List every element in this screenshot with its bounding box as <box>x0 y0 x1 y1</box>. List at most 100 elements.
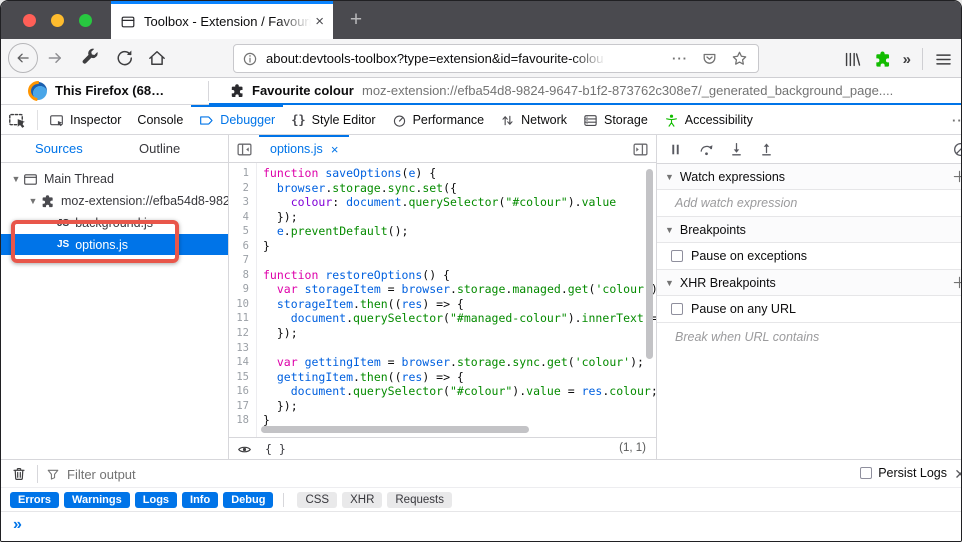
line-number[interactable]: 2 <box>229 181 256 196</box>
source-tree-item-options-js[interactable]: JS options.js <box>1 234 228 255</box>
code-line[interactable]: document.querySelector("#managed-colour"… <box>263 311 656 326</box>
source-tree-item-background-js[interactable]: JS background.js <box>1 212 228 234</box>
line-number[interactable]: 6 <box>229 239 256 254</box>
devtools-tab-performance[interactable]: Performance <box>384 105 493 135</box>
filter-badge-css[interactable]: CSS <box>297 491 338 508</box>
step-over-icon[interactable] <box>698 141 715 158</box>
code-line[interactable]: function saveOptions(e) { <box>263 166 656 181</box>
line-number[interactable]: 3 <box>229 195 256 210</box>
code-line[interactable]: function restoreOptions() { <box>263 268 656 283</box>
code-line[interactable]: e.preventDefault(); <box>263 224 656 239</box>
devtools-overflow-icon[interactable]: ··· <box>952 113 961 128</box>
pause-icon[interactable] <box>667 141 684 158</box>
line-number[interactable]: 14 <box>229 355 256 370</box>
devtools-tab-styleeditor[interactable]: {} Style Editor <box>283 105 383 135</box>
filter-badge-info[interactable]: Info <box>182 491 219 508</box>
traffic-maximize-button[interactable] <box>79 13 92 27</box>
clear-console-trash-icon[interactable] <box>11 466 27 482</box>
back-button[interactable] <box>8 43 38 73</box>
source-tree-item-main-thread[interactable]: ▼ Main Thread <box>1 168 228 190</box>
watch-expressions-header[interactable]: ▼ Watch expressions <box>657 164 961 190</box>
filter-badge-xhr[interactable]: XHR <box>342 491 383 508</box>
devtools-tab-accessibility[interactable]: Accessibility <box>656 105 761 135</box>
devtools-tab-network[interactable]: Network <box>492 105 575 135</box>
console-input-row[interactable]: » <box>1 512 961 541</box>
line-number[interactable]: 11 <box>229 311 256 326</box>
line-number[interactable]: 5 <box>229 224 256 239</box>
editor-tab-options-js[interactable]: options.js × <box>259 135 349 163</box>
code-line[interactable]: colour: document.querySelector("#colour"… <box>263 195 656 210</box>
xhr-breakpoints-header[interactable]: ▼ XHR Breakpoints <box>657 270 961 296</box>
wrench-icon[interactable] <box>80 48 100 68</box>
filter-badge-debug[interactable]: Debug <box>223 491 274 508</box>
line-number[interactable]: 15 <box>229 370 256 385</box>
line-number[interactable]: 8 <box>229 268 256 283</box>
devtools-tab-console[interactable]: Console <box>129 105 191 135</box>
node-picker-icon[interactable] <box>8 111 27 130</box>
filter-badge-errors[interactable]: Errors <box>10 491 60 508</box>
code-line[interactable]: } <box>263 239 656 254</box>
vertical-scrollbar[interactable] <box>646 169 653 359</box>
traffic-close-button[interactable] <box>23 13 36 27</box>
code-line[interactable]: }); <box>263 210 656 225</box>
source-tree-item-moz-extension-efba54d8-9824[interactable]: ▼ moz-extension://efba54d8-9824 <box>1 190 228 212</box>
code-line[interactable]: gettingItem.then((res) => { <box>263 370 656 385</box>
deactivate-breakpoints-icon[interactable] <box>952 141 961 158</box>
hamburger-menu-icon[interactable] <box>934 50 953 69</box>
line-number[interactable]: 7 <box>229 253 256 268</box>
horizontal-scrollbar[interactable] <box>261 426 529 433</box>
chevron-down-icon[interactable]: ▼ <box>26 196 40 206</box>
close-console-icon[interactable]: ✕ <box>954 466 961 483</box>
browser-tab[interactable]: Toolbox - Extension / Favourite × <box>111 1 333 39</box>
tab-outline[interactable]: Outline <box>139 141 180 156</box>
pretty-print-button[interactable]: { } <box>265 442 286 456</box>
filter-badge-logs[interactable]: Logs <box>134 491 178 508</box>
collapse-sources-panel-icon[interactable] <box>236 141 253 158</box>
code-editor[interactable]: 1 2 3 4 5 6 7 8 9 10 11 12 13 14 15 16 17 18 function sav… <box>229 163 656 437</box>
add-watch-icon[interactable] <box>952 169 961 184</box>
filter-badge-warnings[interactable]: Warnings <box>64 491 130 508</box>
breakpoints-header[interactable]: ▼ Breakpoints <box>657 217 961 243</box>
step-in-icon[interactable] <box>728 141 745 158</box>
xhr-breakpoint-input[interactable]: Break when URL contains <box>657 323 961 351</box>
code-line[interactable]: }); <box>263 326 656 341</box>
new-tab-button[interactable]: + <box>342 6 370 34</box>
debug-target-label[interactable]: This Firefox (68… <box>55 83 164 98</box>
devtools-tab-inspector[interactable]: Inspector <box>41 105 129 135</box>
forward-icon[interactable] <box>45 48 65 68</box>
devtools-tab-debugger[interactable]: Debugger <box>191 105 283 135</box>
filter-output-input[interactable] <box>65 463 625 485</box>
line-number[interactable]: 1 <box>229 166 256 181</box>
devtools-tab-storage[interactable]: Storage <box>575 105 656 135</box>
code-line[interactable]: storageItem.then((res) => { <box>263 297 656 312</box>
line-number[interactable]: 16 <box>229 384 256 399</box>
line-number[interactable]: 13 <box>229 341 256 356</box>
blackbox-eye-icon[interactable] <box>237 442 252 457</box>
extension-name[interactable]: Favourite colour <box>252 83 354 98</box>
line-number[interactable]: 9 <box>229 282 256 297</box>
extension-puzzle-icon[interactable] <box>873 50 892 69</box>
bookmark-star-icon[interactable] <box>731 50 748 67</box>
pause-on-any-url-checkbox[interactable] <box>671 303 683 315</box>
library-icon[interactable] <box>843 50 862 69</box>
line-number[interactable]: 12 <box>229 326 256 341</box>
code-line[interactable]: var gettingItem = browser.storage.sync.g… <box>263 355 656 370</box>
info-icon[interactable] <box>242 51 258 67</box>
add-xhr-breakpoint-icon[interactable] <box>952 275 961 290</box>
add-watch-expression-input[interactable]: Add watch expression <box>657 190 961 217</box>
code-line[interactable] <box>263 253 656 268</box>
pause-on-exceptions-checkbox[interactable] <box>671 250 683 262</box>
pocket-icon[interactable] <box>701 50 718 67</box>
home-icon[interactable] <box>147 48 167 68</box>
line-number[interactable]: 17 <box>229 399 256 414</box>
filter-badge-requests[interactable]: Requests <box>387 491 452 508</box>
toolbar-overflow-icon[interactable]: » <box>903 50 911 69</box>
line-number[interactable]: 18 <box>229 413 256 428</box>
code-line[interactable]: browser.storage.sync.set({ <box>263 181 656 196</box>
tab-close-icon[interactable]: × <box>315 14 324 29</box>
code-line[interactable]: var storageItem = browser.storage.manage… <box>263 282 656 297</box>
code-line[interactable] <box>263 341 656 356</box>
line-number[interactable]: 10 <box>229 297 256 312</box>
persist-logs-checkbox[interactable] <box>860 467 873 479</box>
page-actions-icon[interactable]: ··· <box>672 51 688 66</box>
